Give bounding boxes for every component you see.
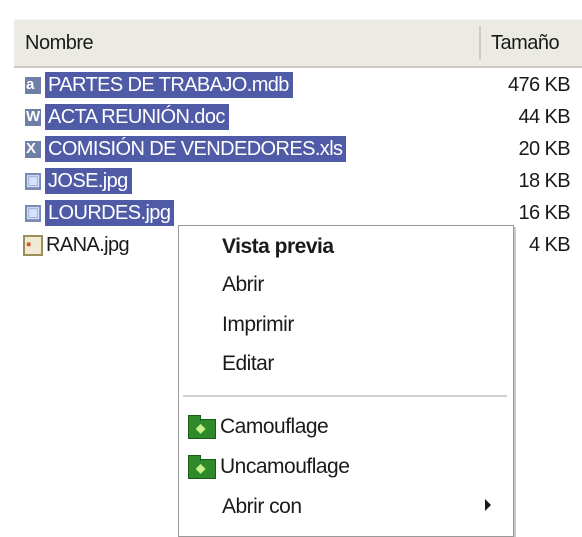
menu-item-uncamouflage[interactable]: ◆ Uncamouflage xyxy=(179,450,513,484)
file-row[interactable]: W ACTA REUNIÓN.doc 44 KB xyxy=(0,102,582,132)
menu-item-edit[interactable]: Editar xyxy=(179,347,513,381)
file-name[interactable]: JOSE.jpg xyxy=(45,168,132,194)
menu-item-label: Camouflage xyxy=(220,415,329,438)
file-row[interactable]: ▣ LOURDES.jpg 16 KB xyxy=(0,198,582,228)
column-header-size[interactable]: Tamaño xyxy=(491,32,560,55)
menu-item-label: Vista previa xyxy=(222,235,334,258)
menu-item-label: Editar xyxy=(222,352,274,375)
file-size: 44 KB xyxy=(518,106,571,128)
submenu-arrow-icon xyxy=(485,499,491,511)
jpg-image-icon: ▣ xyxy=(23,203,43,224)
file-row[interactable]: a PARTES DE TRABAJO.mdb 476 KB xyxy=(0,70,582,100)
file-size: 20 KB xyxy=(518,138,571,160)
file-row[interactable]: ▣ JOSE.jpg 18 KB xyxy=(0,166,582,196)
file-name[interactable]: PARTES DE TRABAJO.mdb xyxy=(45,72,293,98)
file-size: 4 KB xyxy=(529,234,571,256)
file-name[interactable]: ACTA REUNIÓN.doc xyxy=(45,104,229,130)
file-name[interactable]: LOURDES.jpg xyxy=(45,200,175,226)
menu-item-label: Abrir xyxy=(222,273,264,296)
menu-item-camouflage[interactable]: ◆ Camouflage xyxy=(179,410,513,444)
camouflage-folder-icon: ◆ xyxy=(188,415,216,439)
file-row[interactable]: X COMISIÓN DE VENDEDORES.xls 20 KB xyxy=(0,134,582,164)
file-size: 18 KB xyxy=(518,170,571,192)
context-menu: Vista previa Abrir Imprimir Editar ◆ Cam… xyxy=(178,225,514,537)
menu-separator xyxy=(183,395,507,398)
access-db-icon: a xyxy=(23,75,43,96)
uncamouflage-folder-icon: ◆ xyxy=(188,455,216,479)
file-size: 16 KB xyxy=(518,202,571,224)
menu-item-print[interactable]: Imprimir xyxy=(179,308,513,342)
word-doc-icon: W xyxy=(23,107,43,128)
file-name[interactable]: COMISIÓN DE VENDEDORES.xls xyxy=(45,136,347,162)
jpg-image-icon: ▪ xyxy=(23,235,43,256)
list-header: Nombre Tamaño xyxy=(14,19,582,68)
jpg-image-icon: ▣ xyxy=(23,171,43,192)
file-size: 476 KB xyxy=(507,74,571,96)
column-divider[interactable] xyxy=(479,26,481,60)
menu-item-open[interactable]: Abrir xyxy=(179,268,513,302)
menu-item-preview[interactable]: Vista previa xyxy=(179,230,513,264)
menu-item-label: Uncamouflage xyxy=(220,455,350,478)
menu-item-open-with[interactable]: Abrir con xyxy=(179,490,513,524)
column-header-name[interactable]: Nombre xyxy=(25,32,94,55)
excel-xls-icon: X xyxy=(23,139,43,160)
file-name[interactable]: RANA.jpg xyxy=(46,232,130,258)
menu-item-label: Imprimir xyxy=(222,313,294,336)
menu-item-label: Abrir con xyxy=(222,495,302,518)
